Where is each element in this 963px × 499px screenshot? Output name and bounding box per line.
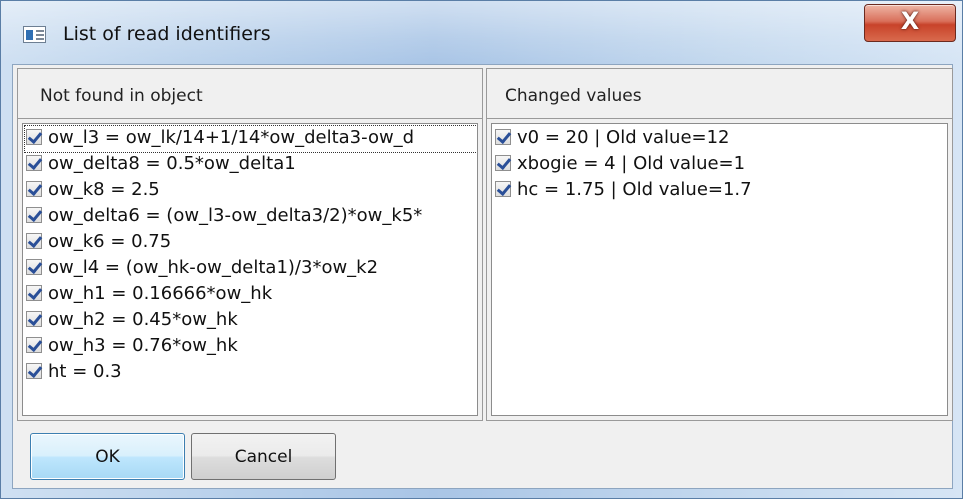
app-icon bbox=[23, 26, 46, 43]
changed-values-header: Changed values bbox=[487, 69, 952, 119]
checkbox[interactable] bbox=[26, 337, 42, 353]
cancel-button-label: Cancel bbox=[234, 447, 293, 467]
checkbox[interactable] bbox=[26, 155, 42, 171]
window-title: List of read identifiers bbox=[63, 23, 271, 45]
checkbox[interactable] bbox=[26, 129, 42, 145]
list-item-text: ow_k6 = 0.75 bbox=[48, 231, 172, 252]
list-item-text: ow_h1 = 0.16666*ow_hk bbox=[48, 283, 273, 304]
list-item-text: xbogie = 4 | Old value=1 bbox=[517, 153, 746, 174]
checkbox[interactable] bbox=[26, 259, 42, 275]
not-found-list[interactable]: ow_l3 = ow_lk/14+1/14*ow_delta3-ow_d ow_… bbox=[22, 123, 478, 416]
list-item[interactable]: ow_l3 = ow_lk/14+1/14*ow_delta3-ow_d bbox=[24, 125, 477, 153]
changed-values-header-label: Changed values bbox=[505, 86, 642, 106]
checkbox[interactable] bbox=[26, 311, 42, 327]
checkbox[interactable] bbox=[495, 181, 511, 197]
checkbox[interactable] bbox=[495, 129, 511, 145]
list-item-text: ow_l3 = ow_lk/14+1/14*ow_delta3-ow_d bbox=[48, 127, 415, 148]
list-item-text: ow_delta6 = (ow_l3-ow_delta3/2)*ow_k5* bbox=[48, 205, 423, 226]
list-item-text: ht = 0.3 bbox=[48, 361, 122, 382]
checkbox[interactable] bbox=[26, 363, 42, 379]
title-bar[interactable]: List of read identifiers X bbox=[1, 1, 962, 63]
cancel-button[interactable]: Cancel bbox=[191, 433, 336, 480]
list-item-text: ow_l4 = (ow_hk-ow_delta1)/3*ow_k2 bbox=[48, 257, 379, 278]
checkbox[interactable] bbox=[495, 155, 511, 171]
changed-values-panel: Changed values v0 = 20 | Old value=12 xb… bbox=[486, 68, 953, 421]
changed-values-list[interactable]: v0 = 20 | Old value=12 xbogie = 4 | Old … bbox=[491, 123, 948, 416]
list-item-text: ow_k8 = 2.5 bbox=[48, 179, 160, 200]
list-item-text: ow_h3 = 0.76*ow_hk bbox=[48, 335, 238, 356]
dialog-window: List of read identifiers X Not found in … bbox=[0, 0, 963, 499]
not-found-header: Not found in object bbox=[18, 69, 482, 119]
ok-button-label: OK bbox=[95, 447, 120, 467]
checkbox[interactable] bbox=[26, 285, 42, 301]
list-item-text: hc = 1.75 | Old value=1.7 bbox=[517, 179, 752, 200]
dialog-client-area: Not found in object ow_l3 = ow_lk/14+1/1… bbox=[12, 64, 953, 489]
list-item-text: ow_delta8 = 0.5*ow_delta1 bbox=[48, 153, 296, 174]
ok-button[interactable]: OK bbox=[30, 433, 185, 480]
not-found-header-label: Not found in object bbox=[40, 86, 203, 106]
not-found-panel: Not found in object ow_l3 = ow_lk/14+1/1… bbox=[17, 68, 483, 421]
checkbox[interactable] bbox=[26, 181, 42, 197]
checkbox[interactable] bbox=[26, 207, 42, 223]
close-icon: X bbox=[900, 7, 920, 35]
checkbox[interactable] bbox=[26, 233, 42, 249]
close-button[interactable]: X bbox=[864, 4, 956, 42]
list-item-text: ow_h2 = 0.45*ow_hk bbox=[48, 309, 238, 330]
list-item-text: v0 = 20 | Old value=12 bbox=[517, 127, 730, 148]
